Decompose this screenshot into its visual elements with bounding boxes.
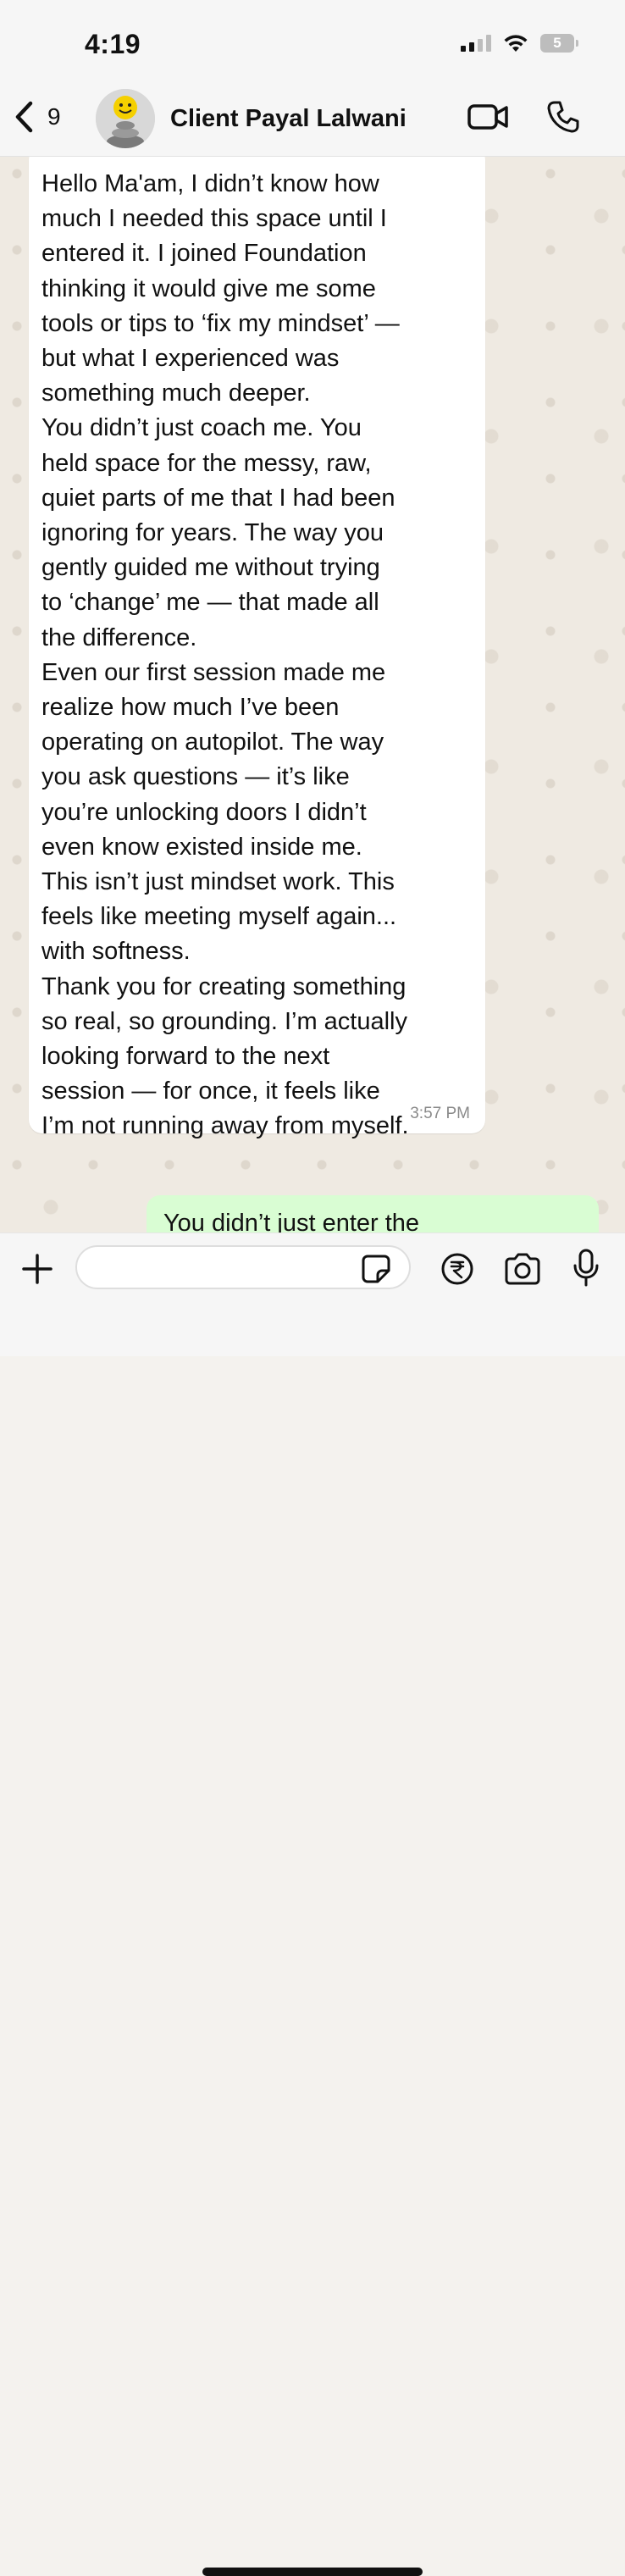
sticker-icon[interactable] — [361, 1254, 391, 1284]
signal-icon — [461, 35, 491, 52]
chat-header: 9 Client Payal Lalwani — [0, 85, 625, 157]
phone-icon[interactable] — [546, 100, 580, 134]
message-text: You didn’t just enter the — [163, 1210, 420, 1233]
video-call-icon[interactable] — [467, 102, 509, 132]
message-text: Hello Ma'am, I didn’t know how much I ne… — [41, 170, 409, 1140]
rupee-icon[interactable] — [440, 1252, 474, 1286]
avatar[interactable] — [96, 89, 155, 148]
avatar-image — [96, 89, 155, 148]
status-bar: 4:19 5 — [0, 0, 625, 85]
battery-icon: 5 — [540, 34, 578, 53]
back-button[interactable]: 9 — [12, 100, 61, 134]
unread-count: 9 — [47, 103, 61, 130]
status-time: 4:19 — [85, 29, 141, 59]
home-indicator — [202, 2568, 423, 2576]
incoming-message[interactable]: Hello Ma'am, I didn’t know how much I ne… — [29, 157, 485, 1139]
outgoing-message[interactable]: You didn’t just enter the — [147, 1195, 599, 1233]
camera-icon[interactable] — [503, 1252, 542, 1286]
plus-icon[interactable] — [20, 1252, 54, 1286]
wifi-icon — [504, 35, 528, 52]
battery-level: 5 — [553, 35, 561, 51]
status-icons: 5 — [461, 34, 578, 53]
mic-icon[interactable] — [572, 1249, 600, 1288]
composer-bar — [0, 1233, 625, 2576]
chevron-left-icon — [15, 101, 33, 133]
message-time: 3:57 PM — [410, 1105, 470, 1122]
contact-name[interactable]: Client Payal Lalwani — [170, 105, 407, 133]
chat-area[interactable]: Hello Ma'am, I didn’t know how much I ne… — [0, 157, 625, 1233]
